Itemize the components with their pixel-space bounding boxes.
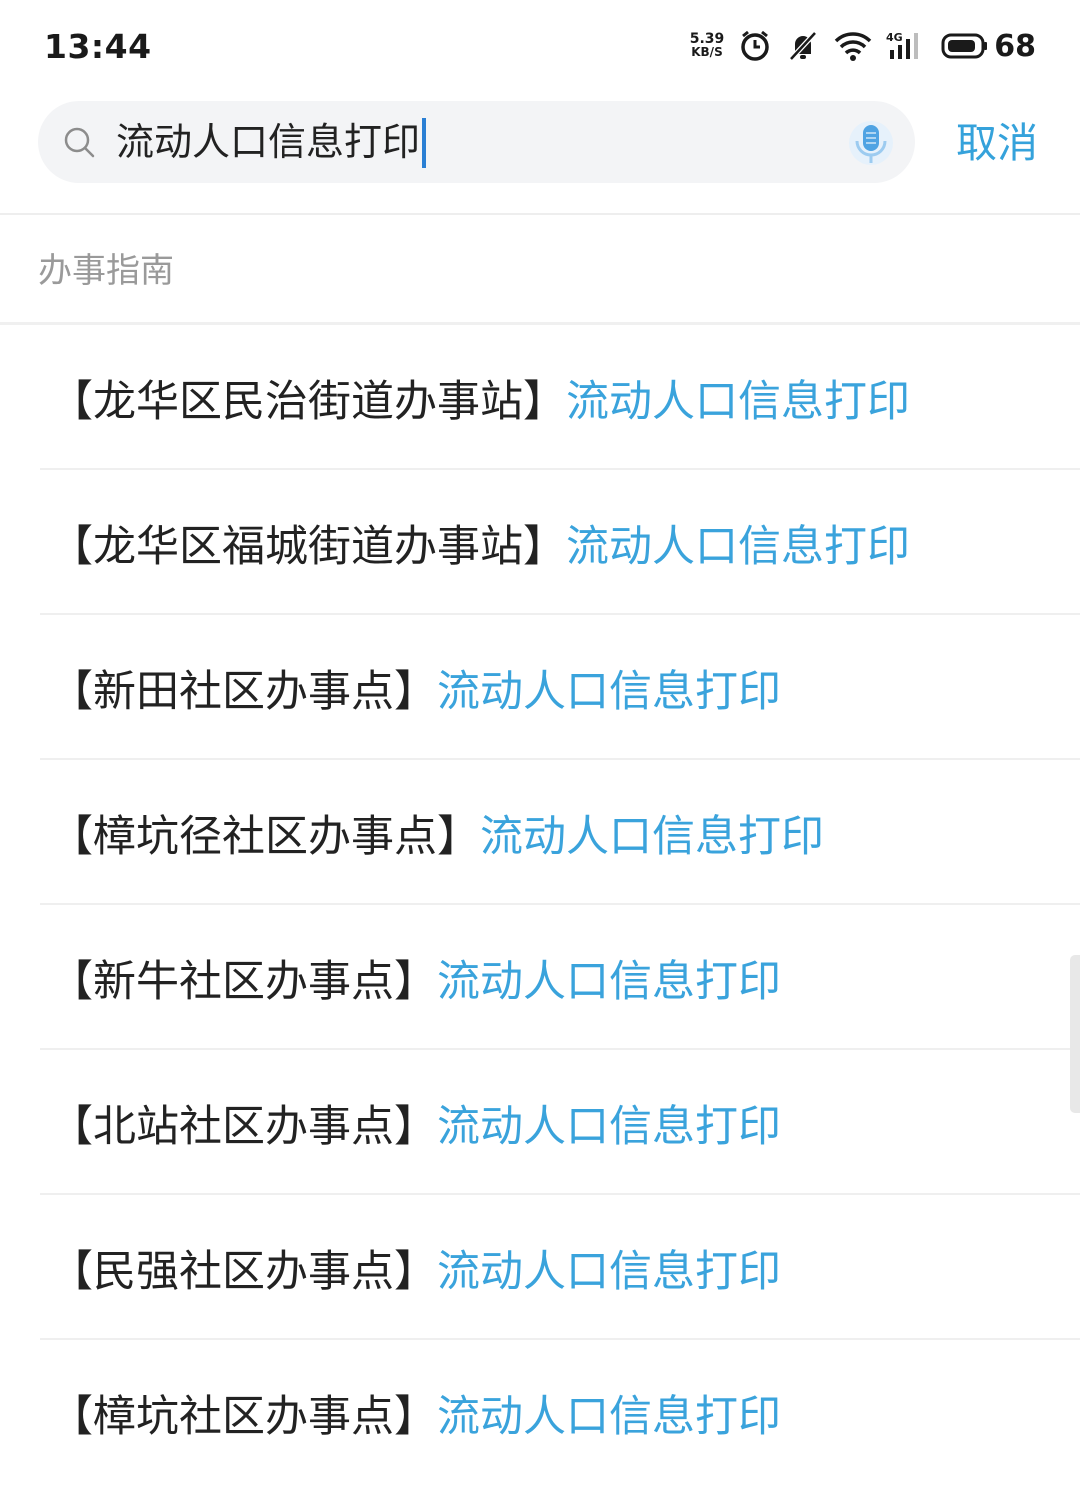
cancel-button[interactable]: 取消	[956, 112, 1038, 174]
status-icons: 5.39 KB/S 4G 68	[690, 29, 1036, 64]
svg-text:4G: 4G	[886, 31, 903, 44]
result-item[interactable]: 【北站社区办事点】 流动人口信息打印	[0, 1050, 1080, 1195]
result-item[interactable]: 【民强社区办事点】 流动人口信息打印	[0, 1195, 1080, 1340]
result-item[interactable]: 【龙华区民治街道办事站】 流动人口信息打印	[0, 325, 1080, 470]
search-input[interactable]: 流动人口信息打印	[116, 101, 427, 183]
result-item[interactable]: 【新牛社区办事点】 流动人口信息打印	[0, 905, 1080, 1050]
search-icon	[62, 125, 98, 161]
mute-icon	[786, 29, 820, 63]
result-site: 【龙华区福城街道办事站】	[50, 521, 566, 572]
result-item[interactable]: 【龙华区福城街道办事站】 流动人口信息打印	[0, 470, 1080, 615]
search-bar: 流动人口信息打印 取消	[0, 92, 1080, 212]
search-box[interactable]: 流动人口信息打印	[38, 101, 915, 183]
battery: 68	[940, 29, 1036, 64]
result-title: 流动人口信息打印	[437, 956, 781, 1007]
result-title: 流动人口信息打印	[437, 1246, 781, 1297]
result-site: 【樟坑社区办事点】	[50, 1391, 437, 1442]
result-site: 【樟坑径社区办事点】	[50, 811, 480, 862]
result-site: 【龙华区民治街道办事站】	[50, 376, 566, 427]
section-title: 办事指南	[38, 251, 174, 291]
result-title: 流动人口信息打印	[437, 1391, 781, 1442]
result-list: 【龙华区民治街道办事站】 流动人口信息打印 【龙华区福城街道办事站】 流动人口信息打…	[0, 325, 1080, 1485]
result-title: 流动人口信息打印	[437, 666, 781, 717]
divider	[0, 213, 1080, 215]
result-item[interactable]: 【樟坑径社区办事点】 流动人口信息打印	[0, 760, 1080, 905]
result-site: 【新田社区办事点】	[50, 666, 437, 717]
result-site: 【北站社区办事点】	[50, 1101, 437, 1152]
result-item[interactable]: 【樟坑社区办事点】 流动人口信息打印	[0, 1340, 1080, 1485]
net-speed-unit: KB/S	[691, 45, 723, 59]
signal-icon: 4G	[886, 30, 926, 62]
text-cursor	[422, 117, 427, 168]
wifi-icon	[834, 30, 872, 62]
net-speed: 5.39 KB/S	[690, 32, 725, 59]
status-time: 13:44	[44, 26, 152, 66]
battery-icon	[940, 32, 988, 60]
microphone-icon[interactable]	[846, 117, 896, 169]
alarm-icon	[738, 29, 772, 63]
result-title: 流动人口信息打印	[566, 521, 910, 572]
result-title: 流动人口信息打印	[437, 1101, 781, 1152]
search-query: 流动人口信息打印	[116, 120, 421, 164]
result-item[interactable]: 【新田社区办事点】 流动人口信息打印	[0, 615, 1080, 760]
result-site: 【新牛社区办事点】	[50, 956, 437, 1007]
result-title: 流动人口信息打印	[566, 376, 910, 427]
result-site: 【民强社区办事点】	[50, 1246, 437, 1297]
status-bar: 13:44 5.39 KB/S 4G 68	[0, 0, 1080, 92]
battery-level: 68	[994, 28, 1036, 64]
result-title: 流动人口信息打印	[480, 811, 824, 862]
scrollbar[interactable]	[1070, 955, 1080, 1113]
